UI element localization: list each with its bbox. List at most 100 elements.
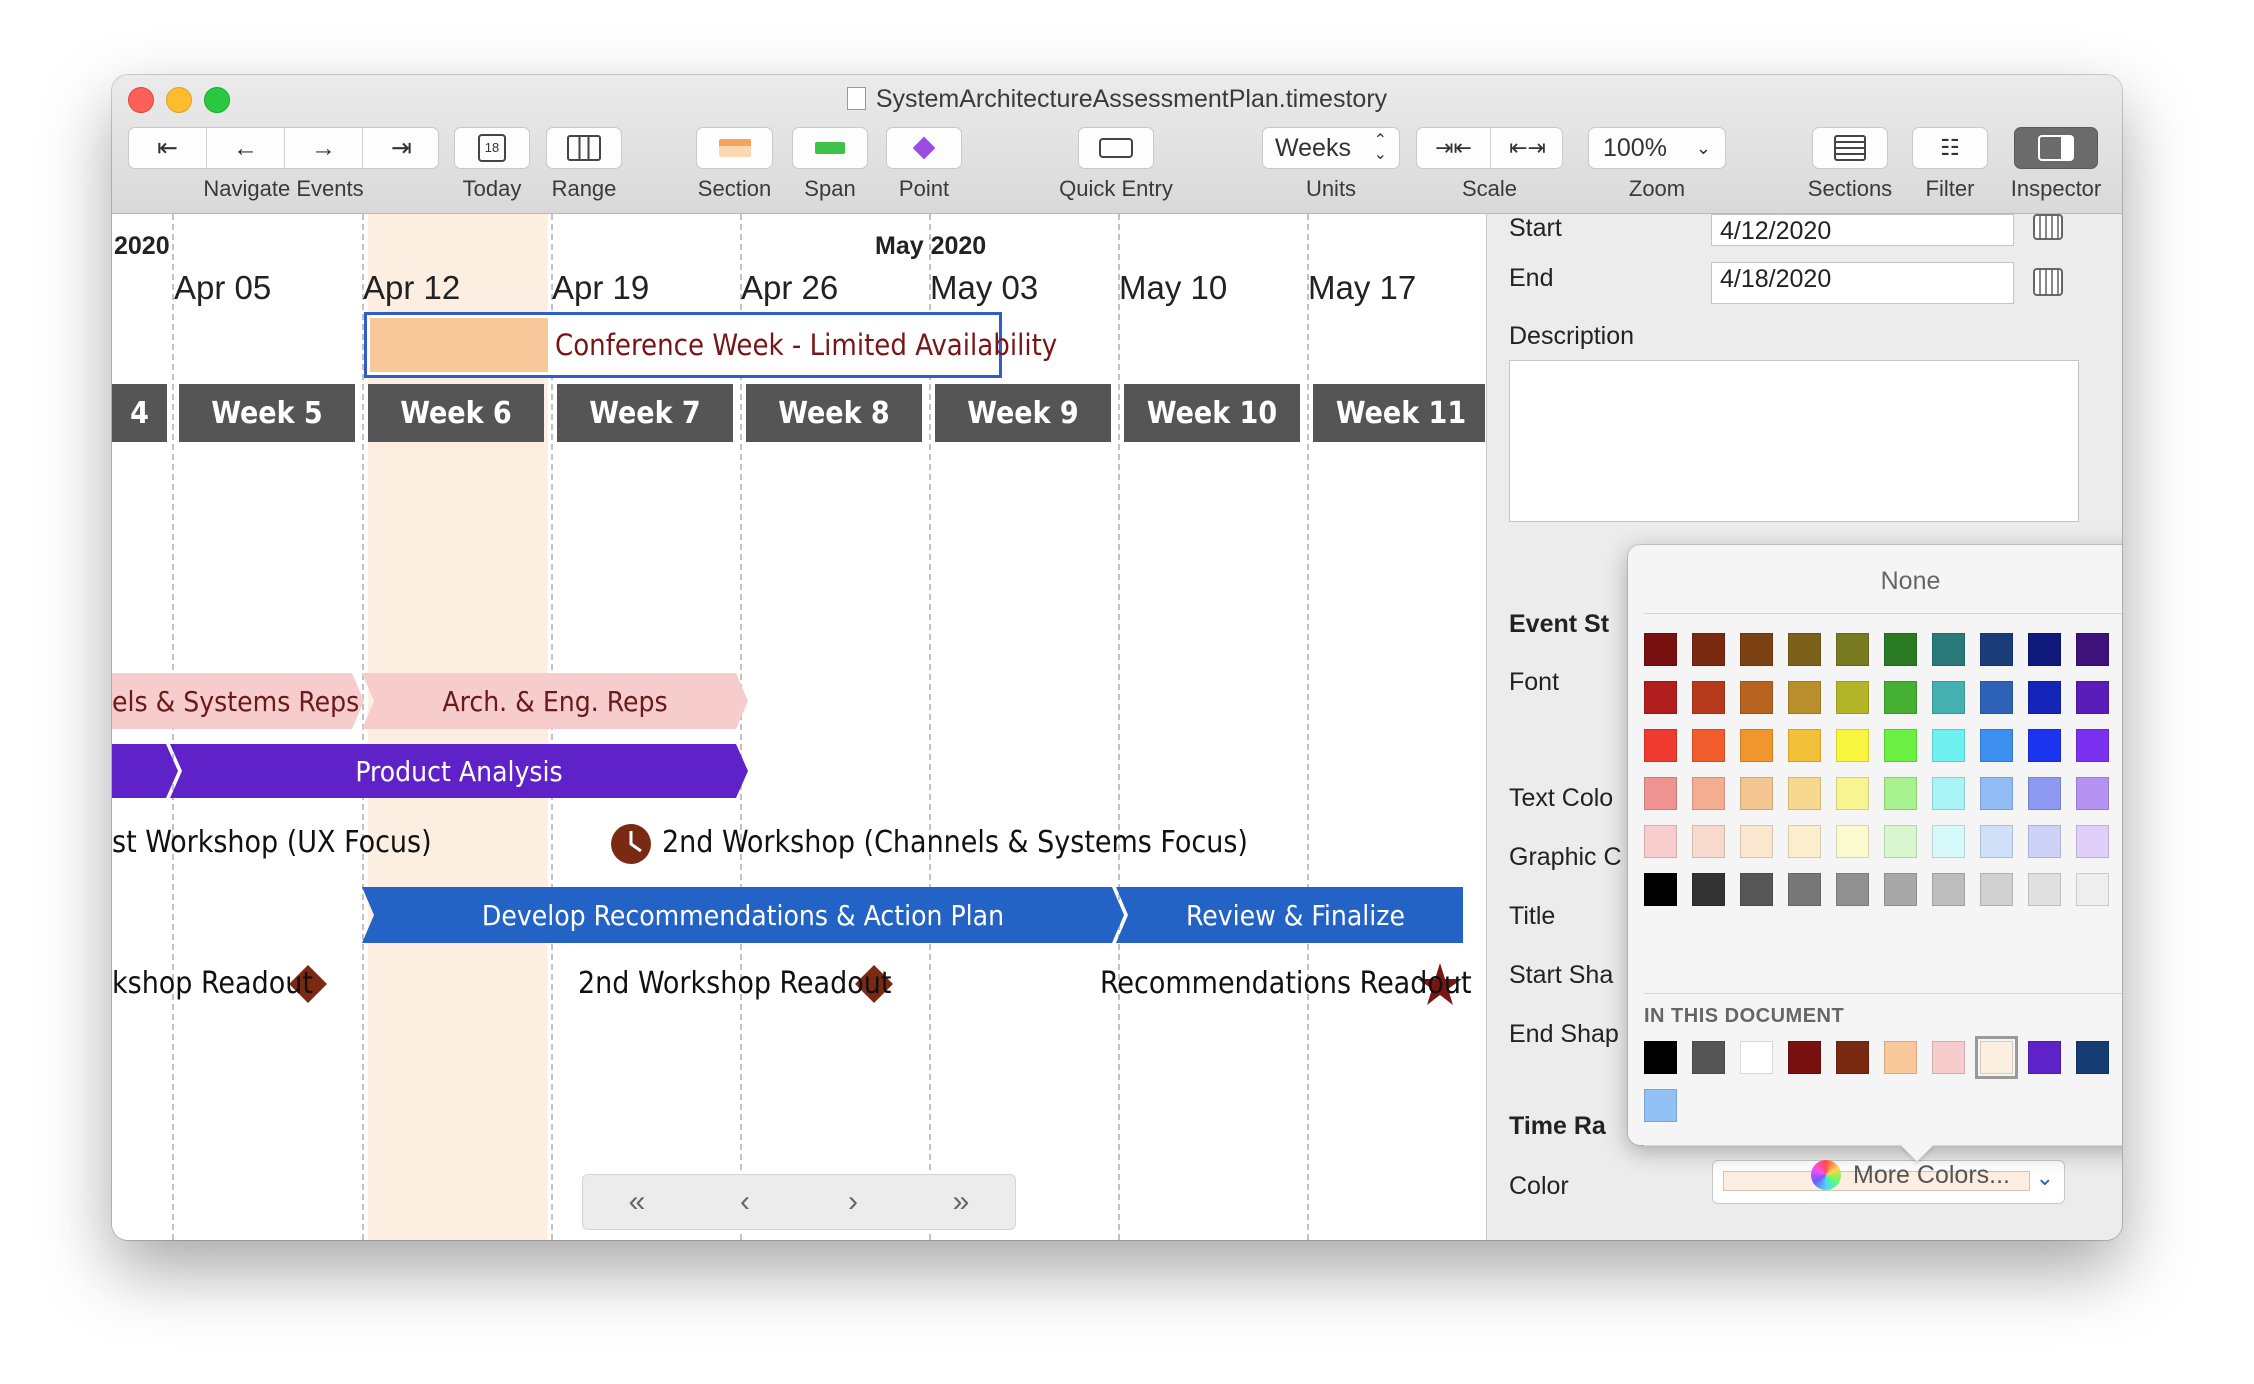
color-swatch[interactable] <box>1980 681 2013 714</box>
color-swatch[interactable] <box>1980 777 2013 810</box>
color-swatch[interactable] <box>1932 681 1965 714</box>
color-swatch[interactable] <box>1788 633 1821 666</box>
start-calendar-icon[interactable] <box>2033 214 2063 240</box>
inspector-button[interactable] <box>2014 127 2098 169</box>
color-swatch[interactable] <box>1692 825 1725 858</box>
color-swatch[interactable] <box>2076 633 2109 666</box>
color-swatch[interactable] <box>1740 729 1773 762</box>
end-date-field[interactable]: 4/18/2020 <box>1711 262 2014 304</box>
previous-event-button[interactable]: ← <box>207 128 284 168</box>
color-swatch[interactable] <box>1980 873 2013 906</box>
color-swatch[interactable] <box>1932 825 1965 858</box>
color-swatch[interactable] <box>1836 825 1869 858</box>
sections-button[interactable] <box>1812 127 1888 169</box>
color-swatch[interactable] <box>1740 681 1773 714</box>
color-swatch[interactable] <box>1788 729 1821 762</box>
color-swatch[interactable] <box>1884 825 1917 858</box>
color-swatch[interactable] <box>1980 729 2013 762</box>
color-swatch[interactable] <box>2028 681 2061 714</box>
color-swatch[interactable] <box>1740 777 1773 810</box>
color-swatch[interactable] <box>1644 825 1677 858</box>
quick-entry-button[interactable] <box>1078 127 1154 169</box>
color-swatch[interactable] <box>2076 729 2109 762</box>
color-swatch[interactable] <box>1884 777 1917 810</box>
color-swatch[interactable] <box>1884 873 1917 906</box>
section-button[interactable] <box>696 127 773 169</box>
document-color-swatch[interactable] <box>1932 1041 1965 1074</box>
document-color-swatch[interactable] <box>1975 1036 2018 1079</box>
color-swatch[interactable] <box>1884 633 1917 666</box>
document-color-swatch[interactable] <box>1692 1041 1725 1074</box>
color-swatch[interactable] <box>1836 633 1869 666</box>
color-swatch[interactable] <box>1692 729 1725 762</box>
units-select[interactable]: Weeks ⌃ ⌄ <box>1262 127 1400 169</box>
color-swatch[interactable] <box>1740 633 1773 666</box>
color-swatch[interactable] <box>1740 873 1773 906</box>
step-forward-button[interactable]: › <box>799 1175 907 1229</box>
filter-button[interactable]: ☷ <box>1912 127 1988 169</box>
color-swatch[interactable] <box>1644 633 1677 666</box>
color-swatch[interactable] <box>2076 681 2109 714</box>
none-color-option[interactable]: None <box>1628 567 2122 596</box>
color-swatch[interactable] <box>1692 633 1725 666</box>
color-swatch[interactable] <box>1836 729 1869 762</box>
next-event-button[interactable]: → <box>285 128 362 168</box>
document-color-swatch[interactable] <box>2028 1041 2061 1074</box>
color-swatch[interactable] <box>1932 633 1965 666</box>
color-swatch[interactable] <box>1788 825 1821 858</box>
color-swatch[interactable] <box>2028 873 2061 906</box>
color-swatch[interactable] <box>2028 825 2061 858</box>
more-colors-button[interactable]: More Colors... <box>1628 1160 2122 1190</box>
document-color-swatch[interactable] <box>1644 1041 1677 1074</box>
scale-expand-button[interactable]: ⇤⇥ <box>1491 128 1564 168</box>
step-back-button[interactable]: ‹ <box>691 1175 799 1229</box>
color-swatch[interactable] <box>1932 873 1965 906</box>
color-swatch[interactable] <box>1980 825 2013 858</box>
color-swatch[interactable] <box>1932 777 1965 810</box>
scale-compress-button[interactable]: ⇥⇤ <box>1417 128 1490 168</box>
document-color-swatch[interactable] <box>2076 1041 2109 1074</box>
color-swatch[interactable] <box>2076 873 2109 906</box>
color-swatch[interactable] <box>1740 825 1773 858</box>
color-swatch[interactable] <box>1836 681 1869 714</box>
color-swatch[interactable] <box>1884 729 1917 762</box>
document-color-swatch[interactable] <box>1644 1089 1677 1122</box>
color-swatch[interactable] <box>1932 729 1965 762</box>
first-event-button[interactable]: ⇤ <box>129 128 206 168</box>
color-swatch[interactable] <box>1884 681 1917 714</box>
start-date-field[interactable]: 4/12/2020 <box>1711 214 2014 246</box>
today-button[interactable]: 18 <box>454 127 530 169</box>
color-swatch[interactable] <box>1836 873 1869 906</box>
product-analysis-lead-bar[interactable] <box>112 744 178 798</box>
color-swatch[interactable] <box>1644 777 1677 810</box>
color-swatch[interactable] <box>2028 633 2061 666</box>
color-swatch[interactable] <box>1644 873 1677 906</box>
color-swatch[interactable] <box>1692 681 1725 714</box>
color-swatch[interactable] <box>1692 873 1725 906</box>
last-event-button[interactable]: ⇥ <box>363 128 440 168</box>
color-swatch[interactable] <box>1788 873 1821 906</box>
point-button[interactable] <box>886 127 962 169</box>
color-swatch[interactable] <box>2028 777 2061 810</box>
color-swatch[interactable] <box>1644 729 1677 762</box>
document-color-swatch[interactable] <box>1836 1041 1869 1074</box>
color-swatch[interactable] <box>1788 681 1821 714</box>
document-color-swatch[interactable] <box>1788 1041 1821 1074</box>
span-button[interactable] <box>792 127 868 169</box>
color-swatch[interactable] <box>1836 777 1869 810</box>
color-swatch[interactable] <box>2076 777 2109 810</box>
jump-forward-button[interactable]: » <box>907 1175 1015 1229</box>
color-swatch[interactable] <box>1692 777 1725 810</box>
color-swatch[interactable] <box>2028 729 2061 762</box>
zoom-select[interactable]: 100% ⌄ <box>1588 127 1726 169</box>
document-color-swatch[interactable] <box>1884 1041 1917 1074</box>
document-color-swatch[interactable] <box>1740 1041 1773 1074</box>
color-swatch[interactable] <box>1788 777 1821 810</box>
range-button[interactable] <box>546 127 622 169</box>
timeline-canvas[interactable]: 2020 May 2020 Apr 05 Apr 12 Apr 19 Apr 2… <box>112 214 1485 1240</box>
color-swatch[interactable] <box>2076 825 2109 858</box>
jump-back-button[interactable]: « <box>583 1175 691 1229</box>
end-calendar-icon[interactable] <box>2033 268 2063 296</box>
description-textarea[interactable] <box>1509 360 2079 522</box>
color-swatch[interactable] <box>1644 681 1677 714</box>
